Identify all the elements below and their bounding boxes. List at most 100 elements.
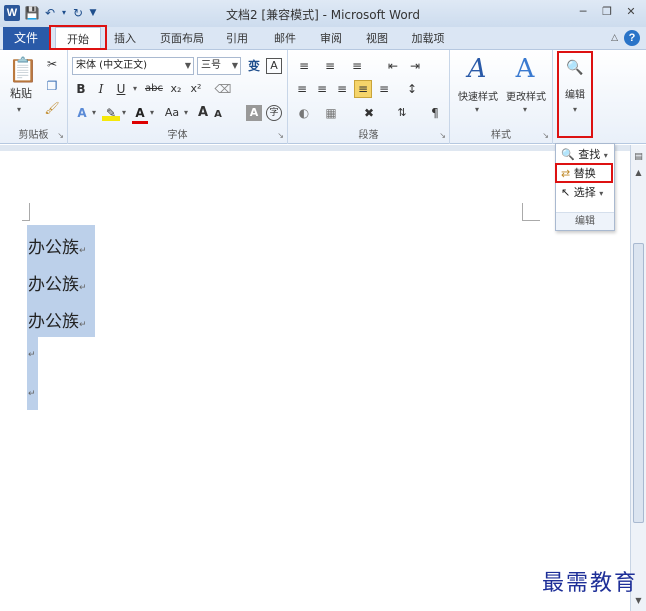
distributed-icon[interactable]: ≡: [376, 81, 392, 97]
change-styles-icon[interactable]: A: [512, 54, 538, 84]
watermark: 最需教育: [541, 571, 638, 596]
tab-file[interactable]: 文件: [3, 27, 49, 50]
change-case-dropdown-icon[interactable]: ▾: [182, 105, 190, 121]
tab-addins[interactable]: 加载项: [405, 27, 451, 50]
clear-formatting-icon[interactable]: ⌫: [214, 81, 232, 97]
text-effects-icon[interactable]: A: [74, 105, 90, 121]
styles-group-label: 样式: [491, 130, 511, 141]
change-styles-button[interactable]: 更改样式: [502, 88, 550, 103]
italic-button[interactable]: I: [94, 81, 108, 97]
font-group-label: 字体: [167, 130, 188, 141]
chinese-layout-icon[interactable]: ✖: [358, 105, 380, 121]
phonetic-guide-icon[interactable]: 变: [246, 58, 262, 74]
clipboard-launcher-icon[interactable]: ↘: [57, 131, 64, 140]
paste-button-label[interactable]: 粘贴: [4, 86, 38, 100]
find-menu-item[interactable]: 🔍 查找 ▾: [559, 146, 613, 164]
font-launcher-icon[interactable]: ↘: [277, 131, 284, 140]
bold-button[interactable]: B: [74, 81, 88, 97]
title-bar: W 💾 ↶ ▾ ↻ ▼ 文档2 [兼容模式] - Microsoft Word …: [0, 0, 646, 27]
ribbon: 📋 粘贴 ▾ ✂ ❐ 🖌 剪贴板 ↘ 宋体 (中文正文) ▼ 三号 ▼ 变 A …: [0, 50, 646, 144]
tab-view[interactable]: 视图: [360, 27, 394, 50]
paragraph-launcher-icon[interactable]: ↘: [439, 131, 446, 140]
find-icon: 🔍: [561, 148, 575, 161]
highlight-color-icon[interactable]: ✎: [102, 105, 120, 121]
char-shading-icon[interactable]: A: [246, 105, 262, 121]
shading-icon[interactable]: ◐: [294, 105, 314, 121]
tab-references[interactable]: 引用: [220, 27, 254, 50]
numbering-icon[interactable]: ≡: [320, 58, 340, 74]
paragraph-group: ≡ ≡ ≡ ⇤ ⇥ ≡ ≡ ≡ ≡ ≡ ↕ ◐ ▦ ✖ ⇅ ¶ 段落 ↘: [288, 50, 450, 144]
text-effects-dropdown-icon[interactable]: ▾: [90, 105, 98, 121]
tabrow-right: △ ?: [611, 30, 640, 46]
shrink-font-button[interactable]: A: [212, 107, 224, 123]
collapse-ribbon-icon[interactable]: △: [611, 33, 618, 43]
ruler-toggle-icon[interactable]: ▤: [632, 149, 645, 165]
document-area[interactable]: 办公族↵ 办公族↵ 办公族↵ ↵ ↵: [0, 145, 630, 611]
vertical-scrollbar[interactable]: ▤ ▲ ▼: [630, 145, 646, 611]
scrollbar-thumb[interactable]: [633, 243, 644, 523]
borders-icon[interactable]: ▦: [320, 105, 342, 121]
justify-icon[interactable]: ≡: [354, 80, 372, 98]
font-color-dropdown-icon[interactable]: ▾: [148, 105, 156, 121]
format-painter-icon[interactable]: 🖌: [44, 100, 60, 116]
bullets-icon[interactable]: ≡: [294, 58, 314, 74]
margin-corner-left: [22, 203, 30, 221]
char-border-icon[interactable]: A: [266, 58, 282, 74]
quick-styles-button[interactable]: 快速样式: [454, 88, 502, 103]
help-icon[interactable]: ?: [624, 30, 640, 46]
change-styles-dropdown-icon[interactable]: ▾: [520, 102, 530, 118]
font-size-combo[interactable]: 三号 ▼: [197, 57, 241, 75]
editing-dropdown-panel: 🔍 查找 ▾ ⇄ 替换 ↖ 选择 ▾ 编辑: [555, 143, 615, 231]
copy-icon[interactable]: ❐: [44, 78, 60, 94]
tab-mailings[interactable]: 邮件: [268, 27, 302, 50]
paragraph-mark: ↵: [28, 350, 36, 360]
cut-icon[interactable]: ✂: [44, 56, 60, 72]
enclose-chars-button[interactable]: 字: [266, 105, 282, 121]
font-color-icon[interactable]: A: [132, 105, 148, 124]
font-name-combo[interactable]: 宋体 (中文正文) ▼: [72, 57, 194, 75]
align-right-icon[interactable]: ≡: [334, 81, 350, 97]
cursor-icon: ↖: [561, 186, 571, 199]
scroll-up-icon[interactable]: ▲: [632, 165, 645, 181]
underline-dropdown-icon[interactable]: ▾: [130, 81, 140, 97]
font-size-value: 三号: [201, 60, 221, 71]
paragraph-mark: ↵: [28, 389, 36, 399]
show-formatting-icon[interactable]: ¶: [428, 105, 442, 121]
quick-styles-icon[interactable]: A: [464, 54, 490, 84]
tab-review[interactable]: 审阅: [314, 27, 348, 50]
document-line-2[interactable]: 办公族↵: [28, 270, 87, 295]
superscript-button[interactable]: x²: [188, 81, 204, 97]
chevron-down-icon: ▾: [603, 151, 608, 160]
document-line-1[interactable]: 办公族↵: [28, 233, 87, 258]
tab-page-layout[interactable]: 页面布局: [155, 27, 209, 50]
minimize-icon[interactable]: ─: [576, 5, 590, 19]
tab-insert[interactable]: 插入: [108, 27, 142, 50]
select-label: 选择: [573, 186, 596, 199]
styles-launcher-icon[interactable]: ↘: [542, 131, 549, 140]
change-case-button[interactable]: Aa: [162, 105, 182, 121]
subscript-button[interactable]: x₂: [168, 81, 184, 97]
quick-styles-dropdown-icon[interactable]: ▾: [472, 102, 482, 118]
highlight-box-home-tab: [49, 25, 107, 50]
select-menu-item[interactable]: ↖ 选择 ▾: [559, 184, 613, 202]
restore-icon[interactable]: ❐: [600, 5, 614, 19]
grow-font-button[interactable]: A: [196, 105, 210, 121]
sort-icon[interactable]: ⇅: [394, 105, 410, 121]
line-spacing-icon[interactable]: ↕: [402, 81, 422, 97]
paste-icon[interactable]: 📋: [8, 56, 38, 84]
align-left-icon[interactable]: ≡: [294, 81, 310, 97]
highlight-dropdown-icon[interactable]: ▾: [120, 105, 128, 121]
paste-dropdown-icon[interactable]: ▾: [12, 102, 26, 118]
document-line-3[interactable]: 办公族↵: [28, 307, 87, 332]
align-center-icon[interactable]: ≡: [314, 81, 330, 97]
multilevel-list-icon[interactable]: ≡: [346, 58, 368, 74]
chevron-down-icon: ▾: [599, 189, 604, 198]
highlight-box-editing: [557, 51, 593, 138]
close-icon[interactable]: ✕: [624, 5, 638, 19]
styles-group: A 快速样式 ▾ A 更改样式 ▾ 样式 ↘: [450, 50, 553, 144]
increase-indent-icon[interactable]: ⇥: [406, 58, 424, 74]
decrease-indent-icon[interactable]: ⇤: [384, 58, 402, 74]
strikethrough-button[interactable]: abc: [144, 81, 164, 97]
highlight-box-replace: [555, 163, 613, 183]
underline-button[interactable]: U: [114, 81, 128, 97]
